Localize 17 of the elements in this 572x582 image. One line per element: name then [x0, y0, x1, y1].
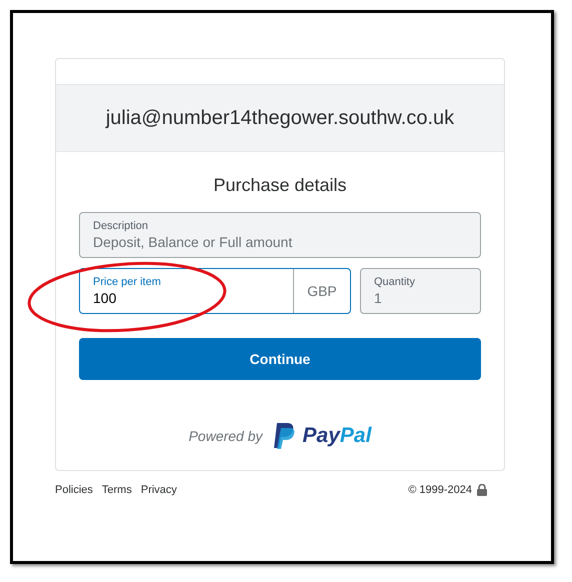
continue-button[interactable]: Continue — [79, 338, 481, 380]
paypal-wordmark: PayPal — [302, 424, 372, 448]
copyright-text: © 1999-2024 — [408, 484, 472, 496]
account-email: julia@number14thegower.southw.co.uk — [106, 106, 454, 130]
footer-link[interactable]: Terms — [102, 484, 132, 496]
powered-by-text: Powered by — [188, 428, 263, 444]
price-input[interactable]: 100 — [93, 288, 280, 306]
lock-icon — [477, 484, 487, 496]
field-label: Description — [93, 220, 150, 232]
field-label: Quantity — [374, 276, 416, 288]
currency-label: GBP — [306, 282, 338, 301]
footer-link[interactable]: Policies — [55, 484, 93, 496]
form-title: Purchase details — [212, 175, 348, 196]
field-label: Price per item — [93, 276, 162, 288]
price-field[interactable]: Price per item 100 GBP — [79, 268, 351, 314]
footer-link[interactable]: Privacy — [140, 484, 177, 496]
paypal-logo-icon — [272, 422, 297, 450]
